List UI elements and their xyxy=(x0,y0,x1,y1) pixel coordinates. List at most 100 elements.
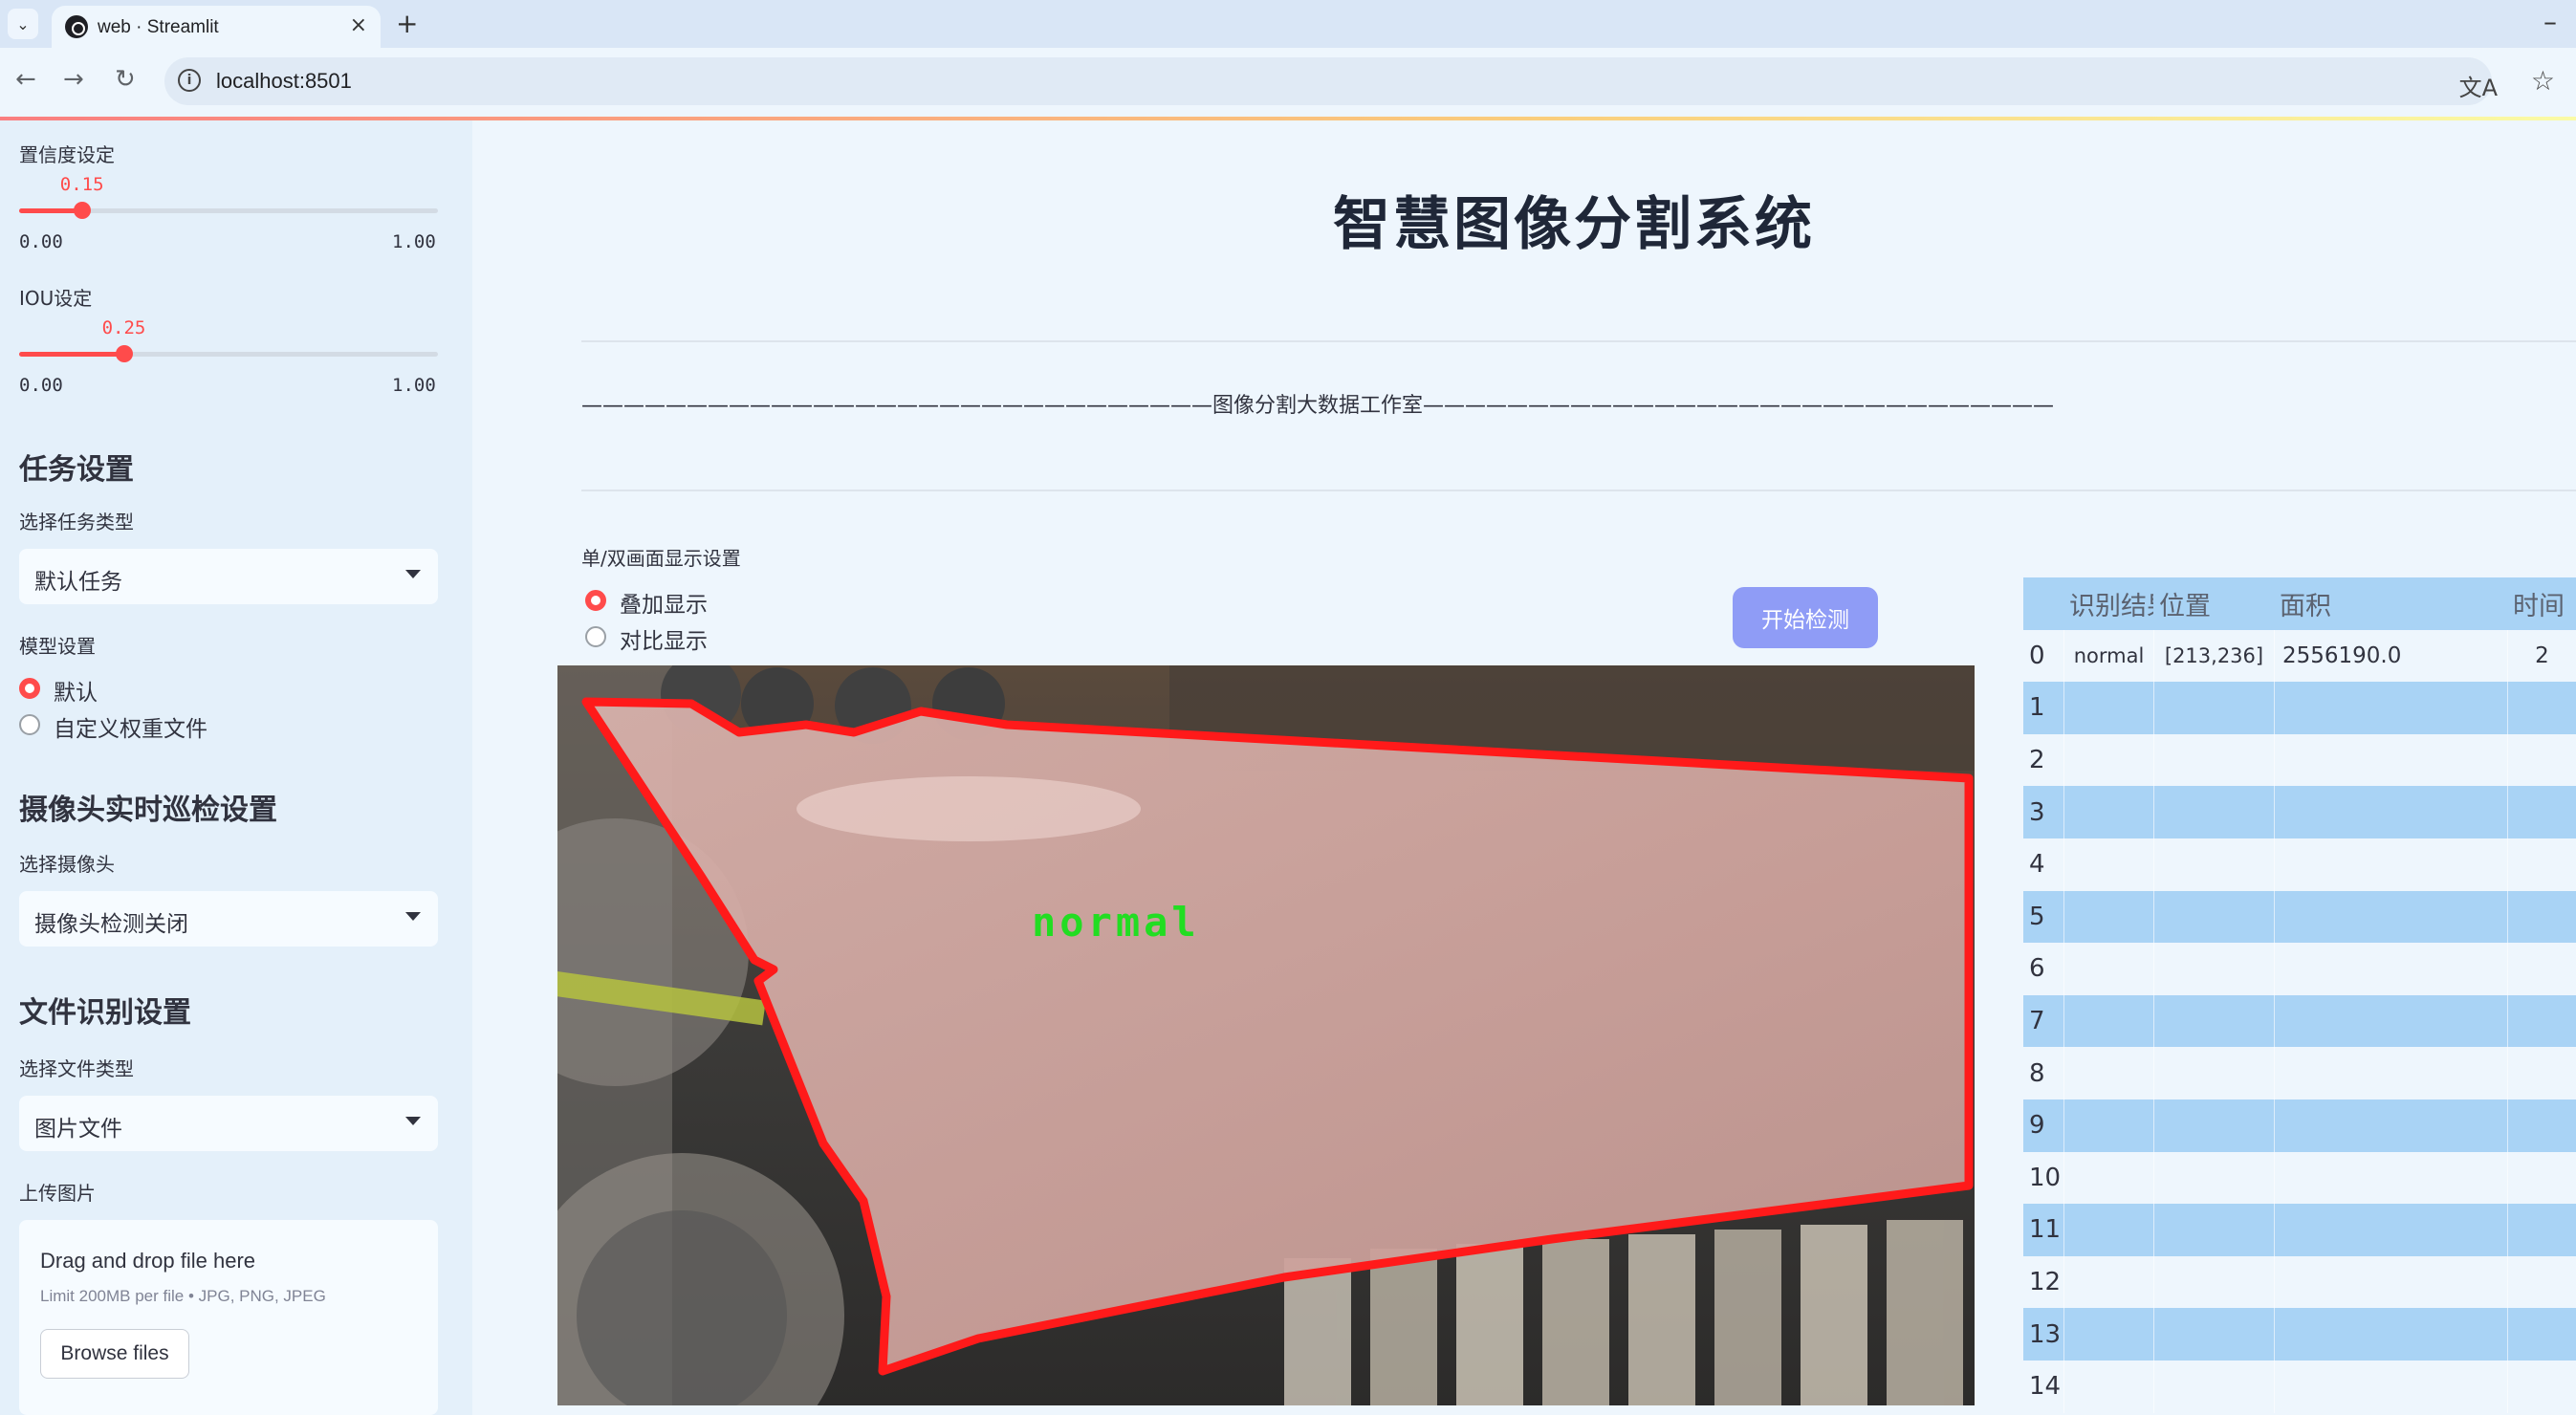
table-cell-area xyxy=(2274,838,2507,891)
file-type-label: 选择文件类型 xyxy=(19,1057,134,1080)
table-row[interactable]: 6 xyxy=(2023,943,2576,995)
table-cell-position xyxy=(2153,1047,2274,1099)
mask-highlight xyxy=(797,776,1141,841)
detection-label: normal xyxy=(1032,899,1200,946)
tab-search-chevron-icon[interactable]: ⌄ xyxy=(8,9,38,39)
file-settings-heading: 文件识别设置 xyxy=(19,996,191,1030)
confidence-slider-max: 1.00 xyxy=(392,231,436,252)
radio-checked-icon[interactable] xyxy=(19,678,40,699)
table-cell-index: 7 xyxy=(2029,1007,2045,1036)
studio-banner: ——————————————————————————————图像分割大数据工作室… xyxy=(581,394,2055,418)
table-row[interactable]: 9 xyxy=(2023,1099,2576,1152)
start-detection-button[interactable]: 开始检测 xyxy=(1733,587,1878,648)
table-cell-time: 2 xyxy=(2507,629,2576,683)
forward-icon[interactable]: → xyxy=(63,65,84,94)
chevron-down-icon xyxy=(405,1117,421,1125)
table-cell-time xyxy=(2507,994,2576,1048)
table-cell-position xyxy=(2153,1255,2274,1309)
table-row[interactable]: 8 xyxy=(2023,1047,2576,1099)
table-header-cell[interactable] xyxy=(2023,577,2063,630)
back-icon[interactable]: ← xyxy=(15,65,36,94)
sidebar: 置信度设定 0.15 0.00 1.00 IOU设定 0.25 0.00 1.0… xyxy=(0,120,472,1415)
table-cell-result xyxy=(2063,994,2153,1048)
table-header-cell[interactable]: 时间 xyxy=(2507,577,2576,630)
file-uploader-dropzone[interactable]: Drag and drop file here Limit 200MB per … xyxy=(19,1220,438,1415)
minimize-window-icon[interactable]: – xyxy=(2543,6,2557,37)
table-row[interactable]: 11 xyxy=(2023,1204,2576,1256)
table-header-cell[interactable]: 识别结果 xyxy=(2063,577,2153,630)
tab-close-icon[interactable]: × xyxy=(350,13,367,37)
model-radio-custom-label: 自定义权重文件 xyxy=(54,717,207,742)
chevron-down-icon xyxy=(405,912,421,921)
file-type-value: 图片文件 xyxy=(34,1117,122,1142)
confidence-slider-thumb[interactable] xyxy=(73,202,91,219)
table-row[interactable]: 1 xyxy=(2023,682,2576,734)
reload-icon[interactable]: ↻ xyxy=(115,65,136,94)
model-settings-label: 模型设置 xyxy=(19,635,96,658)
page-title: 智慧图像分割系统 xyxy=(1333,191,1815,258)
bookmark-star-icon[interactable]: ☆ xyxy=(2531,65,2555,97)
new-tab-icon[interactable]: + xyxy=(396,8,418,39)
table-row[interactable]: 4 xyxy=(2023,838,2576,891)
table-cell-area xyxy=(2274,994,2507,1048)
results-table[interactable]: 识别结果位置面积时间0normal[213,236]2556190.021234… xyxy=(2023,577,2576,1415)
table-row[interactable]: 12 xyxy=(2023,1255,2576,1309)
table-cell-time xyxy=(2507,682,2576,734)
table-row[interactable]: 5 xyxy=(2023,890,2576,944)
segmentation-result-svg: normal xyxy=(557,665,1975,1405)
camera-select[interactable]: 摄像头检测关闭 xyxy=(19,891,438,947)
browser-toolbar: ← → ↻ i localhost:8501 文A ☆ xyxy=(0,48,2576,117)
table-row[interactable]: 13 xyxy=(2023,1308,2576,1361)
confidence-slider[interactable] xyxy=(19,202,438,219)
table-row[interactable]: 0 normal [213,236] 2556190.0 2 xyxy=(2023,629,2576,683)
table-cell-time xyxy=(2507,1099,2576,1152)
table-cell-position xyxy=(2153,838,2274,891)
table-cell-area xyxy=(2274,890,2507,944)
table-cell-result xyxy=(2063,1151,2153,1205)
browser-tab[interactable]: web · Streamlit × xyxy=(52,6,381,48)
browse-files-button[interactable]: Browse files xyxy=(40,1329,189,1379)
url-text[interactable]: localhost:8501 xyxy=(216,69,352,94)
table-cell-index: 10 xyxy=(2029,1163,2062,1192)
table-cell-index: 8 xyxy=(2029,1058,2045,1088)
table-row[interactable]: 2 xyxy=(2023,733,2576,787)
table-cell-position xyxy=(2153,1099,2274,1152)
file-type-select[interactable]: 图片文件 xyxy=(19,1096,438,1151)
table-header-cell[interactable]: 面积 xyxy=(2274,577,2507,630)
table-cell-index: 1 xyxy=(2029,693,2045,723)
table-header-cell[interactable]: 位置 xyxy=(2153,577,2274,630)
radio-checked-icon[interactable] xyxy=(585,590,606,611)
table-cell-position xyxy=(2153,1204,2274,1256)
upload-limit-text: Limit 200MB per file • JPG, PNG, JPEG xyxy=(40,1287,326,1305)
table-cell-area xyxy=(2274,943,2507,995)
table-cell-result xyxy=(2063,733,2153,787)
table-cell-position xyxy=(2153,786,2274,838)
display-mode-label: 单/双画面显示设置 xyxy=(581,547,741,570)
table-cell-result xyxy=(2063,838,2153,891)
table-cell-index: 2 xyxy=(2029,746,2045,775)
table-cell-position xyxy=(2153,733,2274,787)
table-row[interactable]: 3 xyxy=(2023,786,2576,838)
table-cell-time xyxy=(2507,943,2576,995)
radio-unchecked-icon[interactable] xyxy=(19,714,40,735)
task-type-select[interactable]: 默认任务 xyxy=(19,549,438,604)
table-row[interactable]: 7 xyxy=(2023,994,2576,1048)
site-info-icon[interactable]: i xyxy=(178,69,201,92)
table-header-row: 识别结果位置面积时间 xyxy=(2023,577,2576,630)
table-cell-area xyxy=(2274,1151,2507,1205)
table-cell-time xyxy=(2507,890,2576,944)
table-row[interactable]: 10 xyxy=(2023,1151,2576,1205)
iou-slider-thumb[interactable] xyxy=(115,345,133,362)
address-bar[interactable]: i localhost:8501 xyxy=(164,57,2492,105)
radio-unchecked-icon[interactable] xyxy=(585,626,606,647)
table-cell-index: 11 xyxy=(2029,1215,2062,1245)
table-cell-index: 0 xyxy=(2029,641,2045,670)
translate-icon[interactable]: 文A xyxy=(2459,69,2498,102)
table-row[interactable]: 14 xyxy=(2023,1361,2576,1413)
task-settings-heading: 任务设置 xyxy=(19,453,134,487)
table-cell-area xyxy=(2274,1099,2507,1152)
table-cell-position xyxy=(2153,682,2274,734)
camera-settings-heading: 摄像头实时巡检设置 xyxy=(19,794,277,827)
divider xyxy=(581,340,2576,342)
iou-slider[interactable] xyxy=(19,345,438,362)
